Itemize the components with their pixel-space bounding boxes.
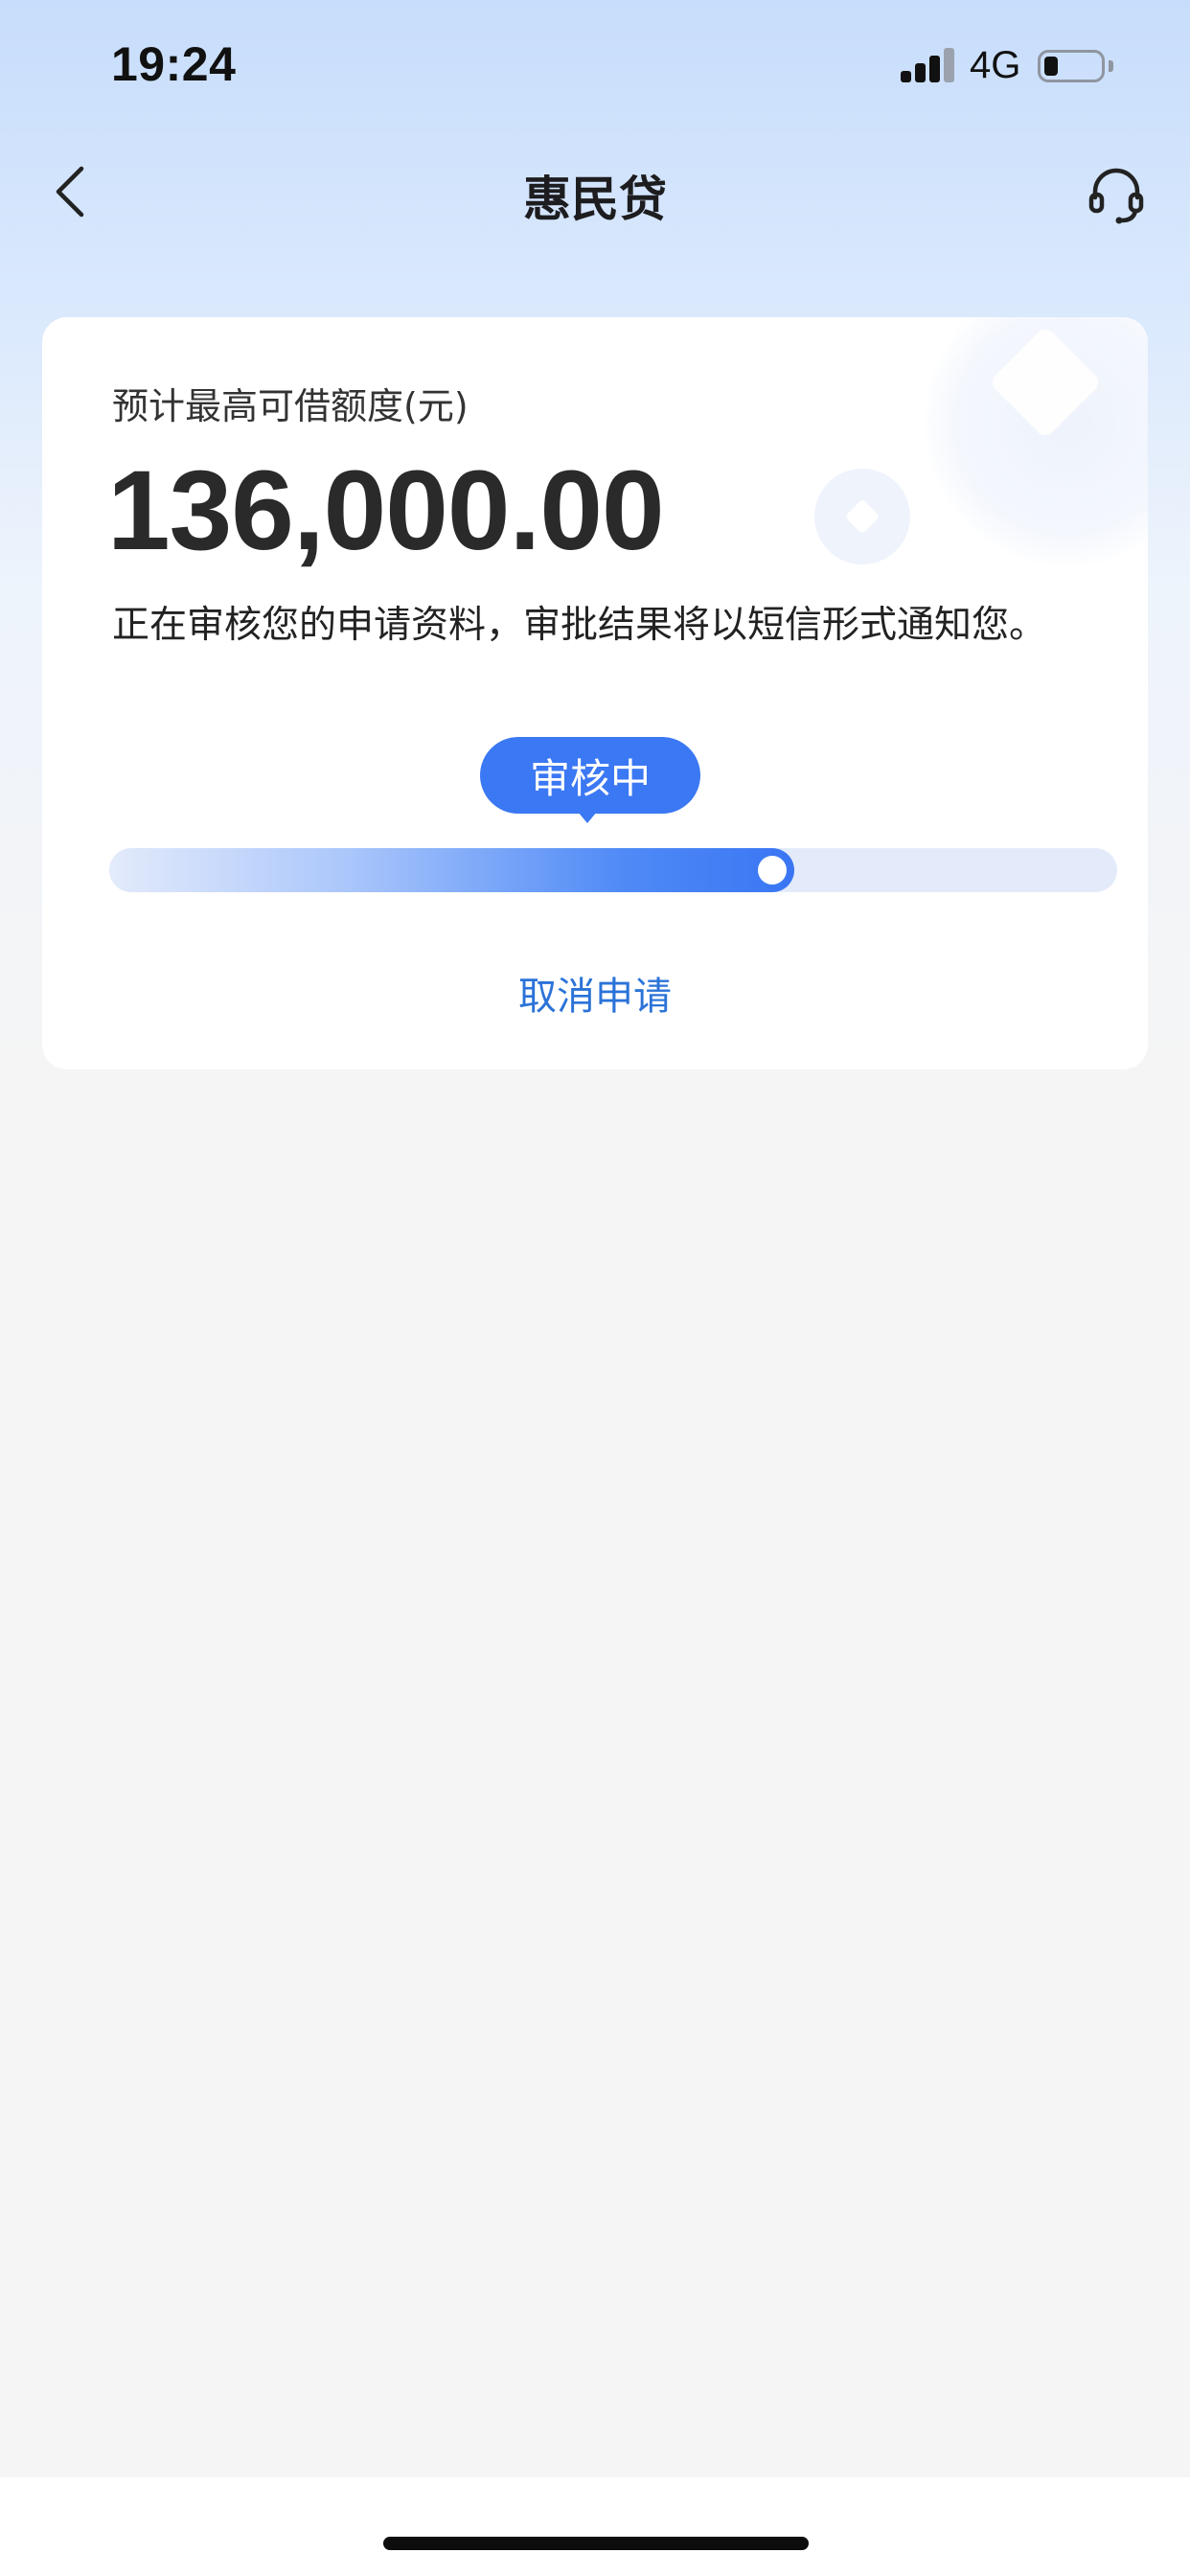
- credit-limit-label: 预计最高可借额度(元): [112, 385, 469, 427]
- progress-track: [109, 848, 1117, 892]
- cancel-application-button[interactable]: 取消申请: [42, 965, 1148, 1021]
- status-badge-pointer: [578, 812, 597, 823]
- credit-limit-amount: 136,000.00: [107, 448, 665, 574]
- status-badge: 审核中: [480, 737, 700, 814]
- progress-fill: [109, 848, 794, 892]
- page-title: 惠民贷: [523, 172, 667, 227]
- home-indicator[interactable]: [383, 2537, 809, 2550]
- bottom-safe-area: [0, 2477, 1190, 2576]
- review-status-message: 正在审核您的申请资料，审批结果将以短信形式通知您。: [112, 604, 1047, 647]
- progress-knob: [758, 856, 787, 885]
- battery-icon: [1038, 50, 1105, 82]
- customer-service-button[interactable]: [1078, 157, 1155, 234]
- headset-icon: [1088, 168, 1144, 224]
- signal-icon: [901, 48, 956, 82]
- nav-bar: 惠民贷: [0, 134, 1190, 249]
- battery-tip: [1109, 60, 1113, 72]
- status-bar: 19:24 4G: [0, 0, 1190, 134]
- status-time: 19:24: [111, 37, 237, 91]
- network-type: 4G: [970, 44, 1021, 86]
- credit-card-panel: 预计最高可借额度(元) 136,000.00 正在审核您的申请资料，审批结果将以…: [42, 317, 1148, 1070]
